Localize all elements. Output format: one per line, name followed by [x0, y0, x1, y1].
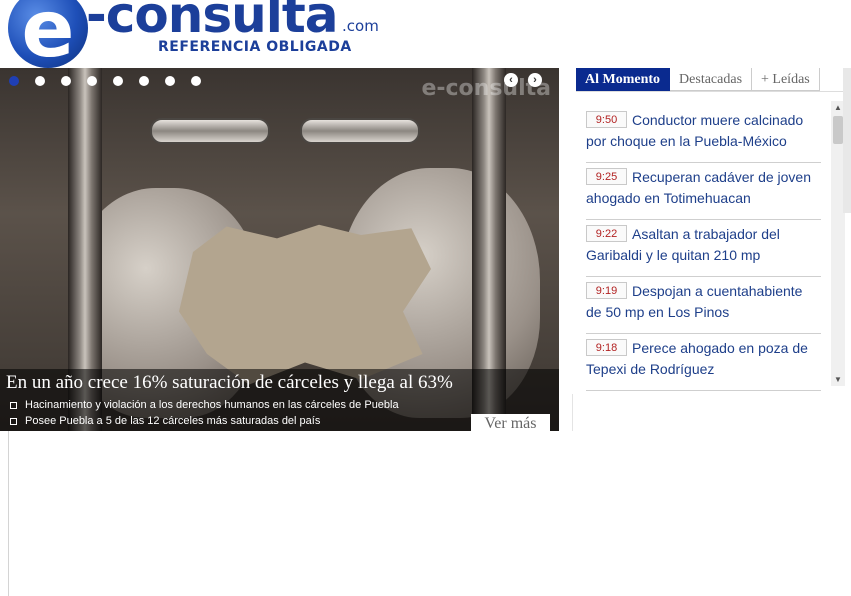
slider-dot[interactable] [191, 76, 201, 86]
slider-dot[interactable] [165, 76, 175, 86]
news-item[interactable]: 9:25 Recuperan cadáver de joven ahogado e… [586, 163, 821, 220]
news-tabs: Al Momento Destacadas + Leídas [576, 68, 820, 91]
logo-tld: .com [342, 17, 379, 35]
handcuff-left-image [150, 118, 270, 144]
related-links: Hacinamiento y violación a los derechos … [10, 397, 399, 429]
news-item[interactable]: 9:50 Conductor muere calcinado por choque… [586, 106, 821, 163]
slider-dot[interactable] [9, 76, 19, 86]
tab-divider [576, 91, 844, 99]
tab-al-momento[interactable]: Al Momento [576, 68, 671, 91]
news-panel: Al Momento Destacadas + Leídas 9:50 Condu… [576, 68, 851, 394]
logo-letter: e [8, 0, 88, 72]
prev-arrow-icon[interactable]: ‹ [504, 73, 518, 87]
divider [8, 431, 9, 596]
slider-pagination [9, 76, 201, 86]
logo-tagline: REFERENCIA OBLIGADA [158, 39, 352, 55]
news-time: 9:25 [586, 168, 627, 185]
slider-dot[interactable] [87, 76, 97, 86]
news-item[interactable]: 9:18 Perece ahogado en poza de Tepexi de … [586, 334, 821, 391]
ver-mas-button[interactable]: Ver más [471, 414, 550, 431]
related-link[interactable]: Hacinamiento y violación a los derechos … [10, 397, 399, 413]
slide-caption: En un año crece 16% saturación de cárcel… [0, 369, 559, 431]
news-time: 9:19 [586, 282, 627, 299]
handcuff-right-image [300, 118, 420, 144]
scroll-down-icon[interactable]: ▼ [831, 373, 845, 386]
next-arrow-icon[interactable]: › [528, 73, 542, 87]
news-time: 9:18 [586, 339, 627, 356]
slider-dot[interactable] [139, 76, 149, 86]
logo-word: -consulta [86, 0, 338, 44]
square-bullet-icon [10, 401, 17, 409]
news-item[interactable]: 9:22 Asaltan a trabajador del Garibaldi y… [586, 220, 821, 277]
divider [572, 394, 573, 431]
featured-slider[interactable]: e-consulta ‹ › En un año crece 16% satur… [0, 68, 559, 431]
news-time: 9:50 [586, 111, 627, 128]
page-scrollbar[interactable] [843, 68, 851, 213]
tab-mas-leidas[interactable]: + Leídas [752, 68, 820, 91]
tab-destacadas[interactable]: Destacadas [670, 68, 753, 91]
site-logo[interactable]: e -consulta .com REFERENCIA OBLIGADA [0, 0, 391, 72]
square-bullet-icon [10, 417, 17, 425]
scroll-thumb[interactable] [833, 116, 843, 144]
slider-dot[interactable] [61, 76, 71, 86]
related-link[interactable]: Posee Puebla a 5 de las 12 cárceles más … [10, 413, 399, 429]
news-item[interactable]: 9:19 Despojan a cuentahabiente de 50 mp e… [586, 277, 821, 334]
related-link-text: Posee Puebla a 5 de las 12 cárceles más … [25, 415, 321, 427]
slide-headline[interactable]: En un año crece 16% saturación de cárcel… [6, 372, 453, 394]
slider-dot[interactable] [35, 76, 45, 86]
news-list: 9:50 Conductor muere calcinado por choque… [586, 106, 821, 391]
news-time: 9:22 [586, 225, 627, 242]
slider-dot[interactable] [113, 76, 123, 86]
related-link-text: Hacinamiento y violación a los derechos … [25, 399, 399, 411]
